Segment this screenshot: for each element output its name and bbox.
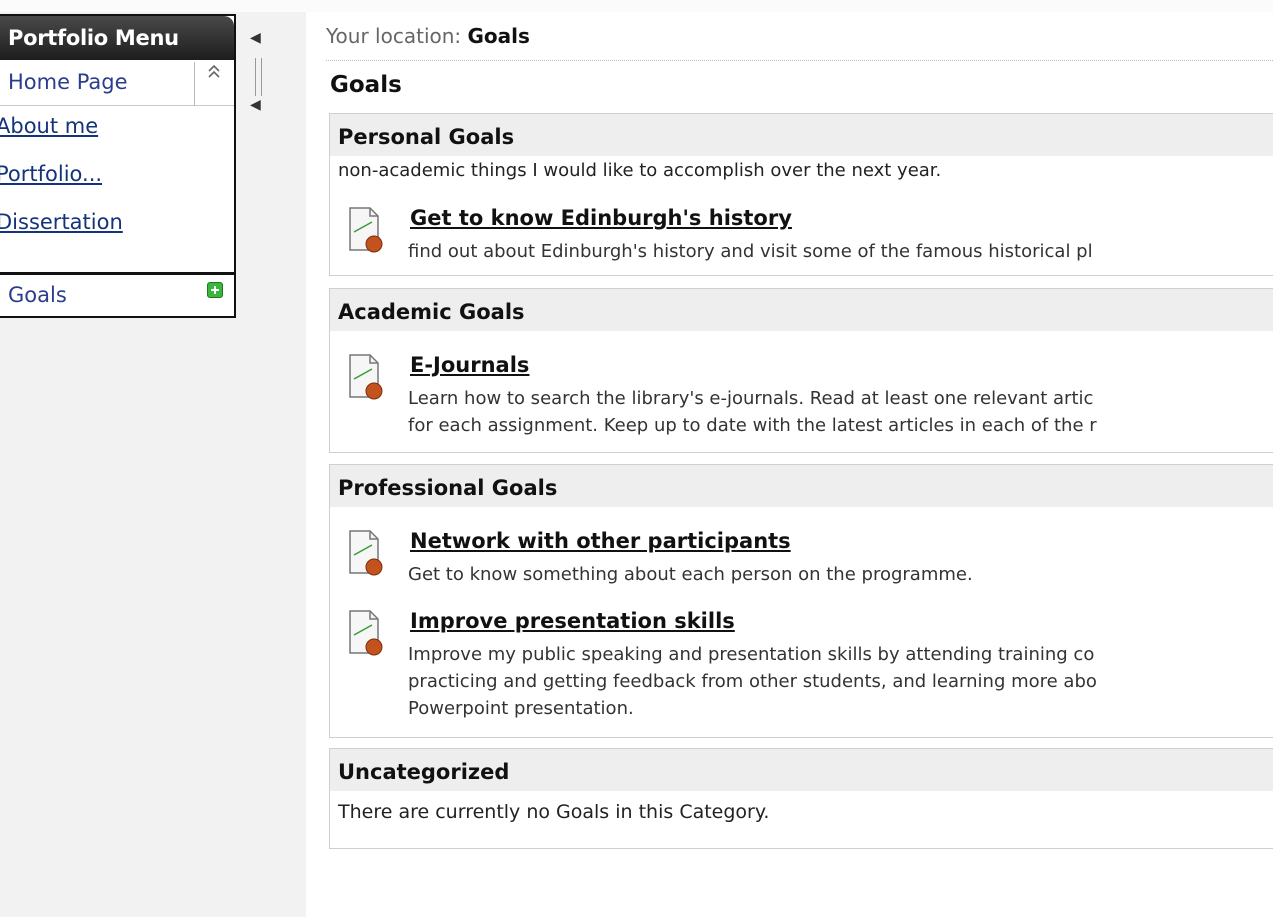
goal-description: Powerpoint presentation.	[408, 698, 634, 719]
category-description: non-academic things I would like to acco…	[338, 160, 942, 181]
home-divider	[194, 62, 195, 106]
arrow-left-icon[interactable]: ◀	[250, 97, 261, 113]
splitter-handle[interactable]	[255, 58, 262, 96]
breadcrumb-current: Goals	[467, 24, 530, 48]
portfolio-menu-body: Home Page About me Portfolio... Disserta…	[0, 60, 234, 274]
goal-title-link[interactable]: E-Journals	[410, 353, 529, 377]
menu-item-dissertation[interactable]: Dissertation	[0, 210, 123, 234]
home-page-link[interactable]: Home Page	[8, 70, 128, 94]
menu-item-about-me[interactable]: About me	[0, 114, 98, 138]
arrow-left-icon[interactable]: ◀	[250, 30, 261, 46]
category-title: Personal Goals	[330, 114, 1273, 156]
goal-description: practicing and getting feedback from oth…	[408, 671, 1097, 692]
goal-title-link[interactable]: Get to know Edinburgh's history	[410, 206, 792, 230]
goal-description: Improve my public speaking and presentat…	[408, 644, 1095, 665]
menu-item-portfolio[interactable]: Portfolio...	[0, 162, 102, 186]
goal-document-icon	[346, 206, 386, 254]
goal-description: Get to know something about each person …	[408, 564, 973, 585]
category-uncategorized: Uncategorized There are currently no Goa…	[329, 748, 1273, 849]
portfolio-menu-title: Portfolio Menu	[0, 16, 234, 60]
goal-description: find out about Edinburgh's history and v…	[408, 241, 1093, 262]
double-chevron-up-icon[interactable]	[200, 64, 228, 98]
goal-title-link[interactable]: Improve presentation skills	[410, 609, 735, 633]
page-title: Goals	[330, 72, 402, 98]
breadcrumb: Your location: Goals	[326, 24, 1273, 61]
plus-icon[interactable]	[207, 282, 223, 298]
category-title: Uncategorized	[330, 749, 1273, 791]
home-page-row[interactable]: Home Page	[0, 62, 234, 106]
category-personal-goals: Personal Goals non-academic things I wou…	[329, 113, 1273, 276]
goal-description: Learn how to search the library's e-jour…	[408, 388, 1094, 409]
goal-document-icon	[346, 609, 386, 657]
category-professional-goals: Professional Goals Network with other pa…	[329, 464, 1273, 738]
menu-separator	[0, 272, 234, 275]
category-title: Professional Goals	[330, 465, 1273, 507]
goal-description: for each assignment. Keep up to date wit…	[408, 415, 1097, 436]
menu-item-goals[interactable]: Goals	[8, 283, 67, 307]
empty-category-message: There are currently no Goals in this Cat…	[338, 801, 770, 823]
top-strip	[0, 0, 1273, 12]
goal-document-icon	[346, 529, 386, 577]
category-academic-goals: Academic Goals E-Journals Learn how to s…	[329, 288, 1273, 453]
breadcrumb-prefix: Your location:	[326, 24, 468, 48]
goal-title-link[interactable]: Network with other participants	[410, 529, 791, 553]
goal-document-icon	[346, 353, 386, 401]
category-title: Academic Goals	[330, 289, 1273, 331]
